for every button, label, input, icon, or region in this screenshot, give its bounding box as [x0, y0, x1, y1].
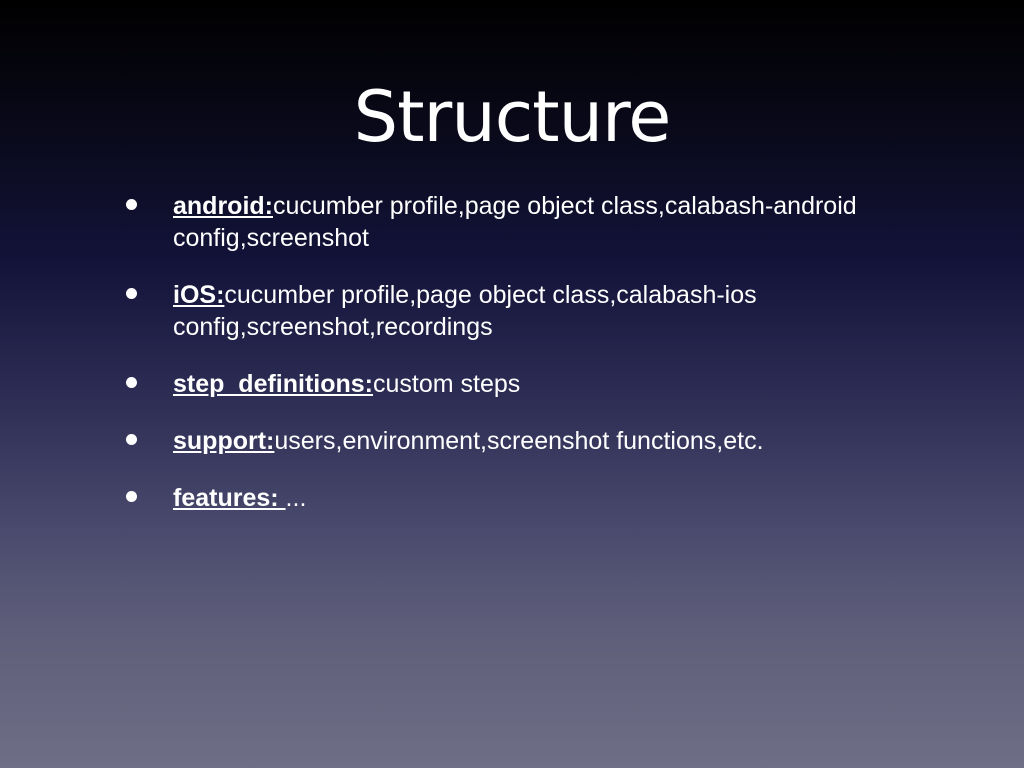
- bullet-item-features: features: ...: [126, 482, 886, 514]
- bullet-term: step_definitions:: [173, 370, 374, 398]
- bullet-dot-icon: [126, 491, 137, 502]
- bullet-item-step-definitions: step_definitions:custom steps: [126, 368, 886, 400]
- bullet-dot-icon: [126, 288, 137, 299]
- bullet-dot-icon: [126, 434, 137, 445]
- bullet-item-android: android:cucumber profile,page object cla…: [126, 190, 886, 254]
- bullet-dot-icon: [126, 377, 137, 388]
- bullet-item-support: support:users,environment,screenshot fun…: [126, 425, 886, 457]
- bullet-item-ios: iOS:cucumber profile,page object class,c…: [126, 279, 886, 343]
- bullet-list: android:cucumber profile,page object cla…: [126, 190, 886, 539]
- bullet-dot-icon: [126, 199, 137, 210]
- bullet-text: cucumber profile,page object class,calab…: [173, 281, 757, 341]
- bullet-text: custom steps: [373, 370, 521, 398]
- bullet-text: cucumber profile,page object class,calab…: [173, 192, 857, 252]
- bullet-text: ...: [285, 484, 307, 512]
- bullet-term: iOS:: [173, 281, 225, 309]
- bullet-text: users,environment,screenshot functions,e…: [274, 427, 764, 455]
- bullet-term: support:: [173, 427, 275, 455]
- bullet-term: android:: [173, 192, 273, 220]
- bullet-term: features:: [173, 484, 286, 512]
- slide-title: Structure: [353, 76, 672, 158]
